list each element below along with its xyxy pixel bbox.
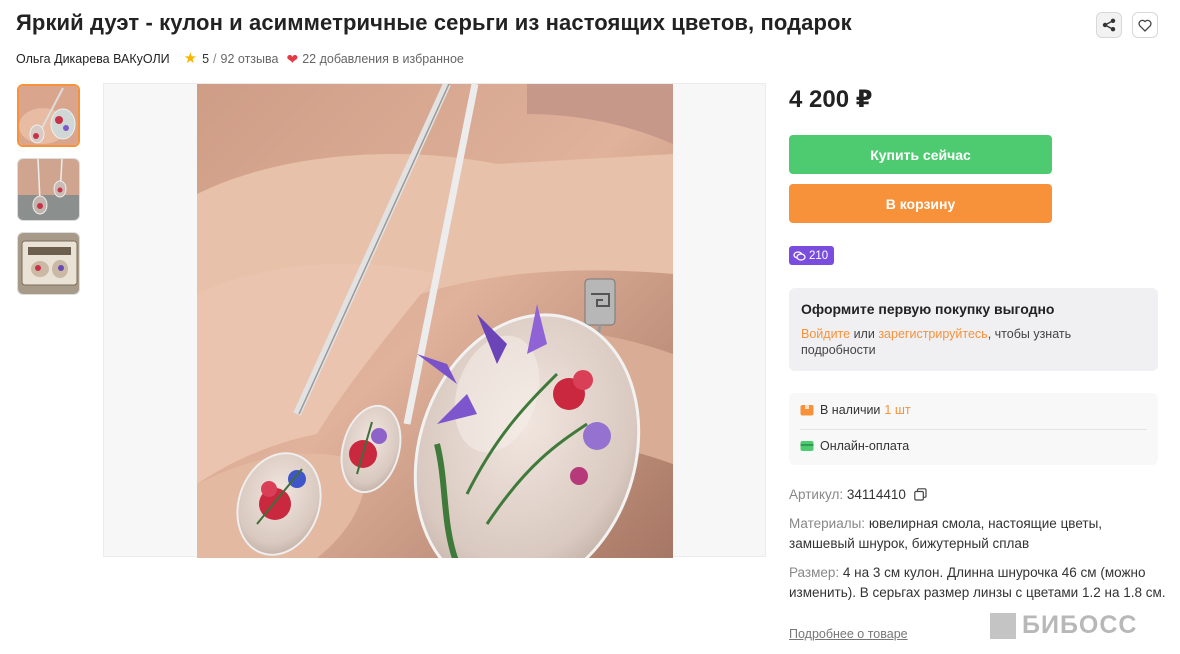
payment-row: Онлайн-оплата bbox=[800, 439, 909, 453]
rating-value: 5 bbox=[202, 51, 210, 66]
bonus-badge[interactable]: 210 bbox=[789, 246, 835, 265]
watermark-logo bbox=[990, 612, 1016, 639]
buy-now-button[interactable]: Купить сейчас bbox=[789, 135, 1052, 174]
product-meta: Ольга Дикарева ВАКуОЛИ ★ 5 / 92 отзыва ❤… bbox=[16, 51, 464, 66]
product-title: Яркий дуэт - кулон и асимметричные серьг… bbox=[16, 10, 852, 35]
article-label: Артикул: bbox=[789, 487, 844, 502]
thumbnail-1[interactable] bbox=[17, 84, 80, 147]
top-actions bbox=[1096, 12, 1158, 38]
heart-icon: ❤ bbox=[286, 50, 299, 67]
article-row: Артикул: 34114410 bbox=[789, 485, 1169, 505]
box-icon bbox=[800, 405, 814, 416]
login-link[interactable]: Войдите bbox=[801, 327, 850, 341]
in-stock-qty: 1 шт bbox=[884, 403, 911, 417]
watermark-text: БИБОСС bbox=[1022, 611, 1138, 639]
size-value: 4 на 3 см кулон. Длинна шнурочка 46 см (… bbox=[789, 565, 1166, 600]
article-value: 34114410 bbox=[846, 487, 906, 502]
seller-name[interactable]: Ольга Дикарева ВАКуОЛИ bbox=[16, 52, 170, 66]
copy-icon[interactable] bbox=[913, 488, 927, 501]
first-purchase-promo: Оформите первую покупку выгодно Войдите … bbox=[789, 288, 1158, 371]
thumbnail-3[interactable] bbox=[17, 232, 80, 295]
promo-or: или bbox=[850, 327, 879, 341]
heart-outline-icon bbox=[1138, 19, 1152, 32]
price: 4 200 ₽ bbox=[789, 86, 873, 113]
in-stock-row: В наличии 1 шт bbox=[800, 403, 911, 417]
promo-title: Оформите первую покупку выгодно bbox=[801, 301, 1055, 317]
product-details-link[interactable]: Подробнее о товаре bbox=[789, 627, 908, 641]
share-icon bbox=[1102, 18, 1116, 32]
materials-label: Материалы: bbox=[789, 516, 866, 531]
availability-divider bbox=[800, 429, 1147, 430]
bonus-value: 210 bbox=[809, 249, 829, 262]
card-icon bbox=[800, 441, 814, 451]
payment-label: Онлайн-оплата bbox=[820, 439, 910, 453]
reviews-link[interactable]: 92 отзыва bbox=[221, 52, 279, 66]
in-stock-label: В наличии bbox=[820, 403, 881, 417]
size-row: Размер: 4 на 3 см кулон. Длинна шнурочка… bbox=[789, 563, 1169, 603]
product-image bbox=[197, 84, 673, 558]
coins-icon bbox=[793, 250, 806, 261]
materials-row: Материалы: ювелирная смола, настоящие цв… bbox=[789, 514, 1169, 554]
thumbnail-2[interactable] bbox=[17, 158, 80, 221]
size-label: Размер: bbox=[789, 565, 840, 580]
rating-separator: / bbox=[213, 51, 217, 66]
favorite-button[interactable] bbox=[1132, 12, 1158, 38]
thumbnail-list bbox=[17, 84, 80, 295]
share-button[interactable] bbox=[1096, 12, 1122, 38]
product-specs: Артикул: 34114410 Материалы: ювелирная с… bbox=[789, 485, 1169, 612]
register-link[interactable]: зарегистрируйтесь bbox=[878, 327, 987, 341]
star-icon: ★ bbox=[183, 50, 198, 67]
main-product-photo[interactable] bbox=[103, 83, 766, 558]
favorites-count: 22 добавления в избранное bbox=[302, 51, 464, 66]
availability-panel: В наличии 1 шт Онлайн-оплата bbox=[789, 393, 1158, 465]
watermark: БИБОСС bbox=[990, 611, 1137, 640]
add-to-cart-button[interactable]: В корзину bbox=[789, 184, 1052, 223]
promo-text: Войдите или зарегистрируйтесь, чтобы узн… bbox=[801, 326, 1146, 358]
